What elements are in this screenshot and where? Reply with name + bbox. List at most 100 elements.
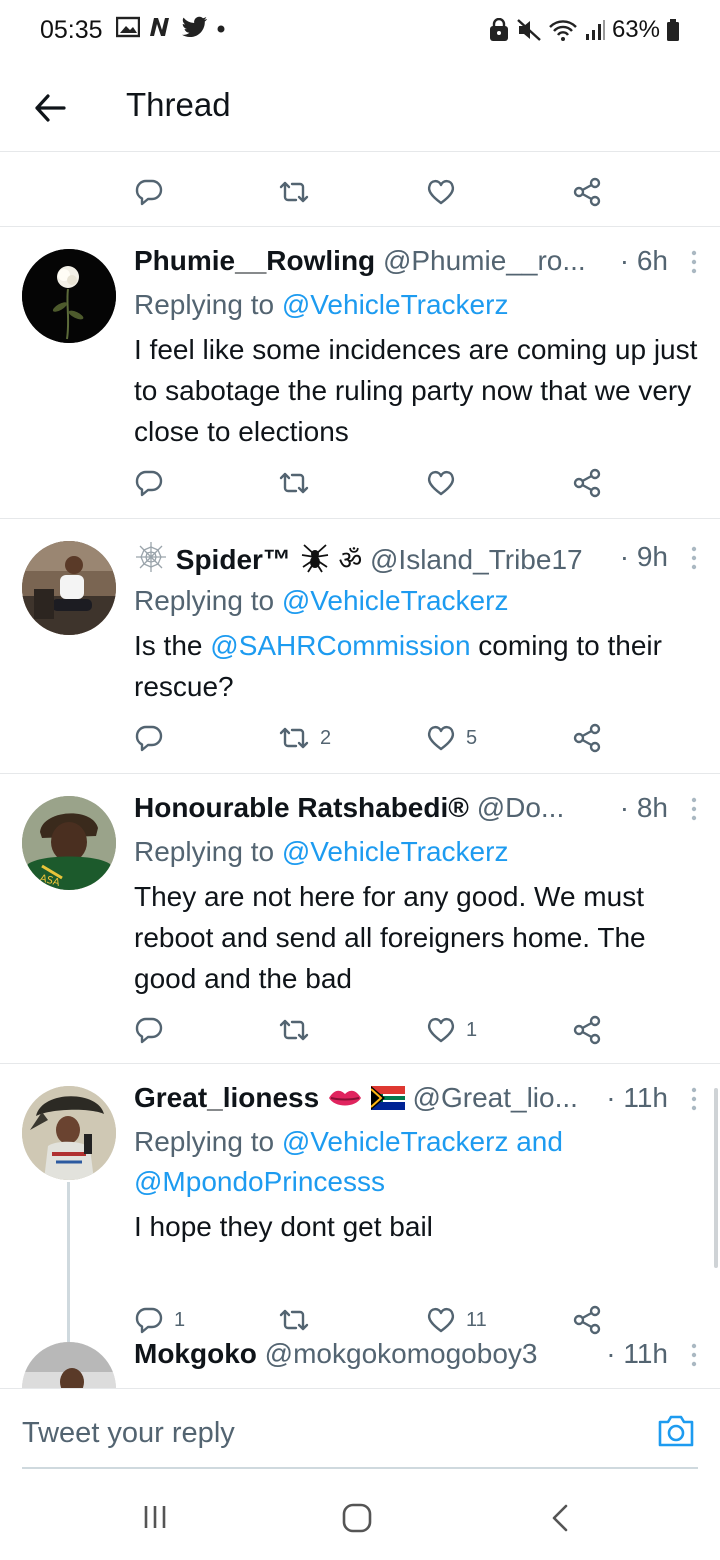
handle[interactable]: @Do...: [477, 792, 565, 823]
reply-button[interactable]: [134, 463, 164, 503]
avatar[interactable]: [22, 249, 116, 343]
more-button[interactable]: [690, 249, 698, 282]
heart-icon: [427, 1307, 455, 1333]
avatar[interactable]: [22, 1086, 116, 1180]
share-icon: [573, 468, 601, 498]
tweet-actions: [0, 172, 720, 212]
avatar[interactable]: [22, 541, 116, 635]
heart-icon: [427, 725, 455, 751]
tweet-body: Great_lioness @Great_lio... · 11h Replyi…: [134, 1082, 698, 1247]
display-name[interactable]: Spider™: [176, 544, 291, 575]
back-button[interactable]: [28, 86, 72, 130]
wifi-icon: [549, 20, 577, 41]
like-count: 5: [466, 726, 478, 749]
tweet-body: Honourable Ratshabedi® @Do... · 8h Reply…: [134, 792, 698, 999]
mention-link[interactable]: @SAHRCommission: [210, 630, 470, 661]
tweet-text: I feel like some incidences are coming u…: [134, 334, 698, 447]
replying-to: Replying to @VehicleTrackerz and @Mpondo…: [134, 1122, 698, 1202]
more-button[interactable]: [690, 796, 698, 829]
chevron-left-icon: [552, 1504, 568, 1532]
avatar[interactable]: ASA: [22, 796, 116, 890]
replying-label: Replying to: [134, 1126, 282, 1157]
reply-button[interactable]: [134, 718, 164, 758]
recent-apps-icon: [144, 1506, 166, 1528]
mention-link[interactable]: @VehicleTrackerz: [282, 289, 509, 320]
tweet-header: Spider™ ॐ @Island_Tribe17 · 9h: [134, 541, 698, 581]
thread-connector-line: [67, 1182, 70, 1342]
share-button[interactable]: [572, 172, 602, 212]
handle[interactable]: @Phumie__ro...: [383, 245, 586, 276]
app-bar: Thread: [0, 62, 720, 152]
system-nav-bar: [0, 1482, 720, 1560]
thread-feed[interactable]: Phumie__Rowling @Phumie__ro... · 6h Repl…: [0, 152, 720, 1388]
retweet-button[interactable]: [278, 172, 310, 212]
tweet-header: Honourable Ratshabedi® @Do... · 8h: [134, 792, 698, 832]
share-icon: [573, 177, 601, 207]
reply-icon: [135, 470, 163, 497]
like-button[interactable]: 11: [426, 1300, 487, 1340]
like-button[interactable]: 5: [426, 718, 477, 758]
display-name[interactable]: Honourable Ratshabedi®: [134, 792, 469, 823]
tweet-header: Phumie__Rowling @Phumie__ro... · 6h: [134, 245, 698, 285]
share-icon: [573, 1305, 601, 1335]
more-button[interactable]: [690, 1086, 698, 1119]
avatar[interactable]: [22, 1342, 116, 1388]
display-name[interactable]: Phumie__Rowling: [134, 245, 375, 276]
more-vertical-icon: [691, 797, 697, 821]
tweet-text: They are not here for any good. We must …: [134, 881, 646, 994]
retweet-button[interactable]: 2: [278, 718, 331, 758]
reply-button[interactable]: [134, 1010, 164, 1050]
retweet-icon: [279, 472, 309, 494]
scrollbar[interactable]: [714, 1088, 718, 1268]
share-button[interactable]: [572, 1300, 602, 1340]
replying-label: Replying to: [134, 585, 282, 616]
tweet-mokgoko[interactable]: Mokgoko @mokgokomogoboy3 · 11h: [0, 1336, 720, 1388]
spider-web-icon: [134, 541, 168, 580]
tweet-ratshabedi[interactable]: ASA Honourable Ratshabedi® @Do... · 8h R…: [0, 774, 720, 1064]
tweet-phumie[interactable]: Phumie__Rowling @Phumie__ro... · 6h Repl…: [0, 227, 720, 519]
replying-to: Replying to @VehicleTrackerz: [134, 581, 698, 621]
like-button[interactable]: 1: [426, 1010, 477, 1050]
share-button[interactable]: [572, 1010, 602, 1050]
tweet-actions: 2 5: [0, 718, 720, 758]
replying-to: Replying to @VehicleTrackerz: [134, 285, 698, 325]
back-nav-button[interactable]: [548, 1502, 572, 1539]
reply-button[interactable]: [134, 172, 164, 212]
tweet-body: Spider™ ॐ @Island_Tribe17 · 9h Replying …: [134, 541, 698, 707]
like-button[interactable]: [426, 172, 456, 212]
retweet-button[interactable]: [278, 463, 310, 503]
status-notification-icons: [116, 16, 226, 38]
reply-icon: [135, 1307, 163, 1334]
recent-apps-button[interactable]: [140, 1502, 170, 1537]
share-icon: [573, 1015, 601, 1045]
camera-button[interactable]: [656, 1413, 696, 1454]
tweet-actions: [0, 463, 720, 503]
handle[interactable]: @mokgokomogoboy3: [265, 1338, 538, 1369]
retweet-button[interactable]: [278, 1010, 310, 1050]
home-button[interactable]: [341, 1502, 373, 1539]
handle[interactable]: @Great_lio...: [413, 1082, 578, 1113]
replying-to: Replying to @VehicleTrackerz: [134, 832, 698, 872]
reply-composer[interactable]: Tweet your reply: [0, 1388, 720, 1482]
retweet-button[interactable]: [278, 1300, 310, 1340]
reply-button[interactable]: 1: [134, 1300, 185, 1340]
display-name[interactable]: Mokgoko: [134, 1338, 257, 1369]
display-name[interactable]: Great_lioness: [134, 1082, 319, 1113]
mention-link[interactable]: @VehicleTrackerz: [282, 585, 509, 616]
like-button[interactable]: [426, 463, 456, 503]
share-button[interactable]: [572, 463, 602, 503]
share-button[interactable]: [572, 718, 602, 758]
handle[interactable]: @Island_Tribe17: [370, 544, 583, 575]
lock-icon: [489, 18, 508, 41]
tweet-text: I hope they dont get bail: [134, 1211, 433, 1242]
mention-link[interactable]: @VehicleTrackerz: [282, 836, 509, 867]
replying-label: Replying to: [134, 836, 282, 867]
lips-icon: [327, 1085, 363, 1117]
tweet-great-lioness[interactable]: Great_lioness @Great_lio... · 11h Replyi…: [0, 1064, 720, 1344]
tweet-body: Phumie__Rowling @Phumie__ro... · 6h Repl…: [134, 245, 698, 452]
reply-input[interactable]: Tweet your reply: [22, 1417, 235, 1450]
retweet-icon: [279, 727, 309, 749]
more-button[interactable]: [690, 1342, 698, 1375]
more-button[interactable]: [690, 545, 698, 578]
like-count: 11: [466, 1308, 487, 1331]
